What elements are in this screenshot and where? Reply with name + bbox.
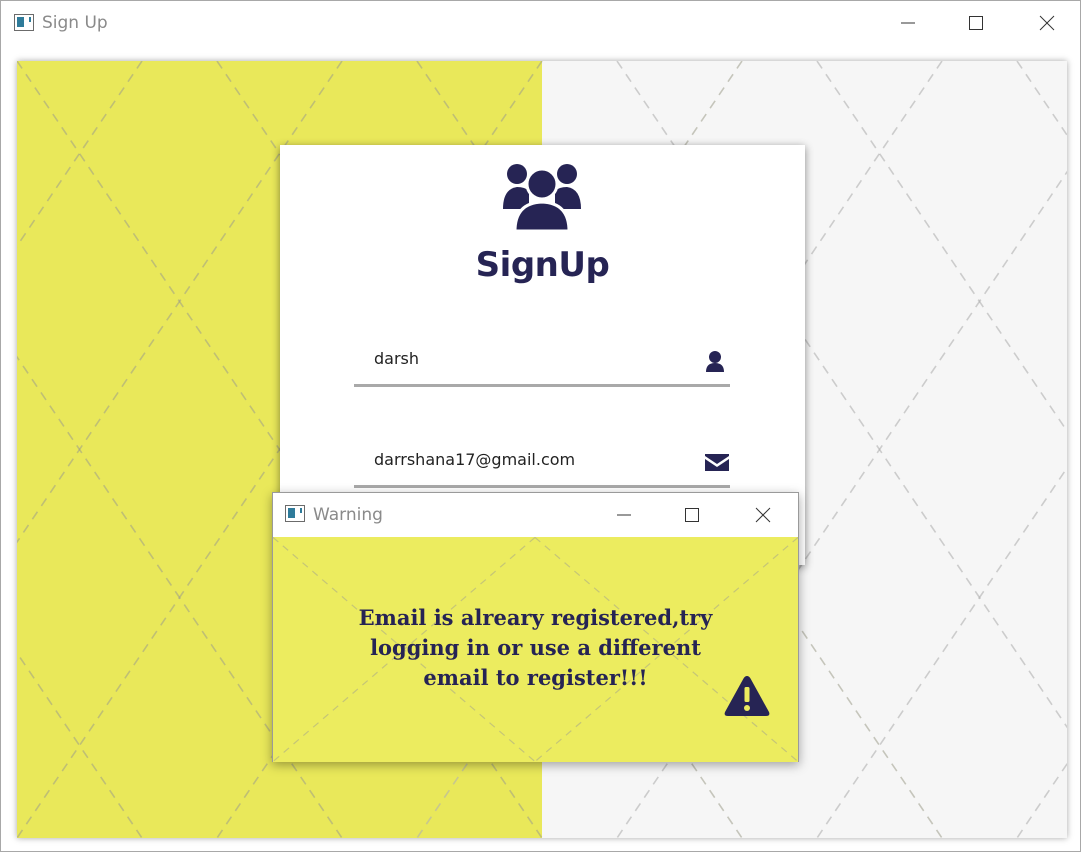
maximize-icon [685,508,699,522]
dialog-title: Warning [313,505,383,525]
minimize-icon [901,22,915,24]
dialog-body: Email is alreary registered,try logging … [273,537,798,762]
dialog-maximize-button[interactable] [669,493,715,537]
user-icon [706,351,724,372]
close-icon [755,507,771,523]
users-group-icon [503,164,581,233]
email-input[interactable] [374,450,694,469]
envelope-icon [705,454,729,471]
warning-dialog: Warning Email is alreary registered,try … [272,492,799,762]
signup-title: SignUp [475,245,610,285]
warning-message: Email is alreary registered,try logging … [358,605,713,690]
minimize-button[interactable] [885,1,931,45]
warning-triangle-icon [724,676,770,716]
username-input[interactable] [374,349,694,368]
close-button[interactable] [1024,1,1070,45]
username-field[interactable] [354,343,730,387]
dialog-titlebar[interactable]: Warning [273,493,798,537]
window-title: Sign Up [42,13,108,33]
dialog-app-icon [285,505,305,522]
maximize-button[interactable] [953,1,999,45]
email-field[interactable] [354,444,730,488]
close-icon [1039,15,1055,31]
maximize-icon [969,16,983,30]
dialog-close-button[interactable] [740,493,786,537]
minimize-icon [617,514,631,516]
dialog-minimize-button[interactable] [601,493,647,537]
app-icon [14,14,34,31]
window-titlebar[interactable]: Sign Up [1,1,1080,45]
signup-window: Sign Up SignUp darsh darrshana17@gmail.c… [0,0,1081,852]
